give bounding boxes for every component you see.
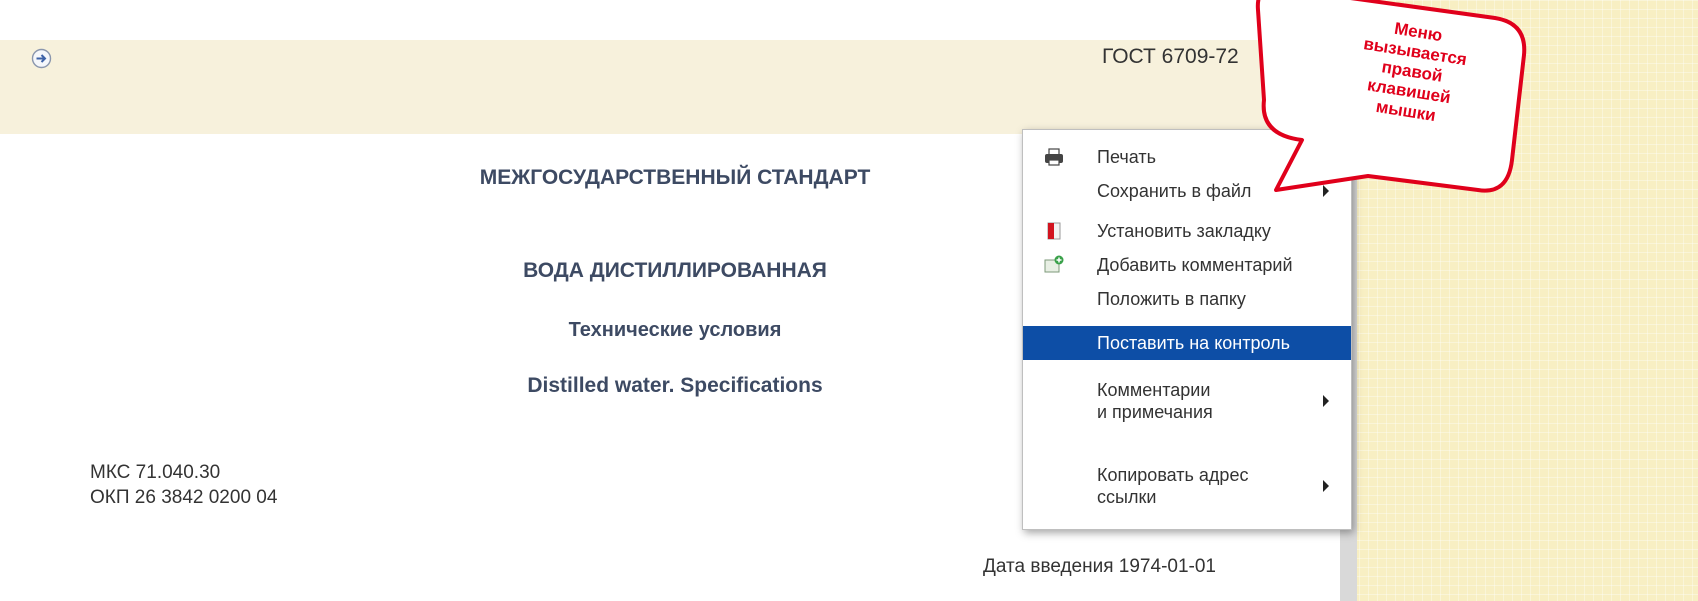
- okp-code: ОКП 26 3842 0200 04: [90, 487, 278, 508]
- bookmark-icon: [1047, 222, 1061, 240]
- menu-item-label: Печать: [1097, 147, 1156, 167]
- menu-item-label: Комментарии и примечания: [1097, 380, 1213, 422]
- menu-item-put-in-folder[interactable]: Положить в папку: [1023, 282, 1351, 316]
- menu-item-label: Добавить комментарий: [1097, 255, 1293, 275]
- menu-item-label: Сохранить в файл: [1097, 181, 1252, 201]
- menu-item-label: Копировать адрес ссылки: [1097, 465, 1249, 507]
- menu-item-copy-link-address[interactable]: Копировать адрес ссылки: [1023, 456, 1351, 516]
- menu-item-label: Установить закладку: [1097, 221, 1271, 241]
- arrow-right-circle-icon[interactable]: [31, 48, 52, 69]
- add-comment-icon: [1044, 255, 1064, 273]
- mks-code: МКС 71.040.30: [90, 462, 221, 483]
- menu-item-label: Поставить на контроль: [1097, 333, 1290, 353]
- menu-item-add-comment[interactable]: Добавить комментарий: [1023, 248, 1351, 282]
- submenu-arrow-icon: [1323, 480, 1329, 492]
- menu-item-set-bookmark[interactable]: Установить закладку: [1023, 214, 1351, 248]
- classification-codes: МКС 71.040.30 ОКП 26 3842 0200 04: [90, 460, 277, 510]
- standard-number: ГОСТ 6709-72: [1102, 45, 1239, 68]
- menu-item-label: Положить в папку: [1097, 289, 1246, 309]
- menu-item-comments-and-notes[interactable]: Комментарии и примечания: [1023, 371, 1351, 431]
- printer-icon: [1045, 148, 1063, 166]
- submenu-arrow-icon: [1323, 395, 1329, 407]
- introduction-date: Дата введения 1974-01-01: [983, 556, 1216, 577]
- menu-item-set-control[interactable]: Поставить на контроль: [1023, 326, 1351, 360]
